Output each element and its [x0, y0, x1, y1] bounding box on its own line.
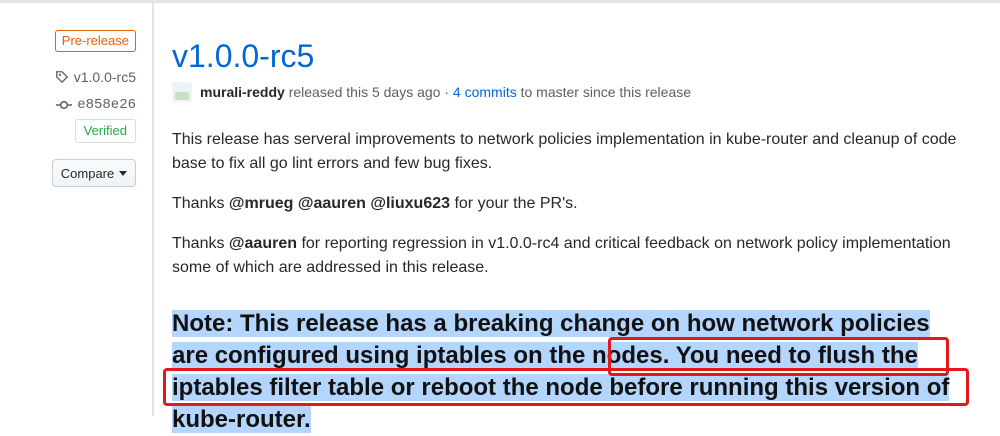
- since-text: to master since this release: [516, 84, 692, 100]
- released-text: released this 5 days ago ·: [284, 84, 453, 100]
- author-link[interactable]: murali-reddy: [200, 84, 285, 100]
- caret-down-icon: [119, 170, 128, 176]
- avatar[interactable]: [172, 82, 192, 102]
- commit-link[interactable]: e858e26: [56, 94, 136, 116]
- mention-aauren[interactable]: @aauren: [229, 235, 297, 252]
- paragraph-thanks-prs: Thanks @mrueg @aauren @liuxu623 for your…: [172, 192, 972, 216]
- pr-text: for your the PR's.: [450, 195, 578, 212]
- git-commit-icon: [56, 100, 73, 110]
- release-title[interactable]: v1.0.0-rc5: [172, 38, 314, 75]
- commit-sha: e858e26: [77, 97, 136, 113]
- thanks-text: Thanks: [172, 195, 229, 212]
- mentions-contributors[interactable]: @mrueg @aauren @liuxu623: [229, 195, 450, 212]
- compare-label: Compare: [60, 165, 115, 181]
- thanks-text-2: Thanks: [172, 235, 229, 252]
- release-sidebar: Pre-release v1.0.0-rc5 e858e26 Verified …: [0, 0, 152, 416]
- release-notes: This release has serveral improvements t…: [172, 128, 972, 296]
- tag-icon: [55, 71, 68, 84]
- release-meta: murali-reddy released this 5 days ago · …: [172, 82, 691, 102]
- commits-link[interactable]: 4 commits: [453, 84, 517, 100]
- tag-label: v1.0.0-rc5: [73, 69, 136, 85]
- compare-button[interactable]: Compare: [52, 159, 136, 187]
- breaking-change-note: Note: This release has a breaking change…: [172, 308, 972, 436]
- paragraph-improvements: This release has serveral improvements t…: [172, 131, 957, 172]
- pre-release-badge: Pre-release: [54, 30, 136, 52]
- timeline-divider: [152, 0, 154, 416]
- paragraph-thanks-feedback: Thanks @aauren for reporting regression …: [172, 232, 972, 280]
- tag-link[interactable]: v1.0.0-rc5: [55, 66, 136, 88]
- verified-badge[interactable]: Verified: [74, 119, 136, 143]
